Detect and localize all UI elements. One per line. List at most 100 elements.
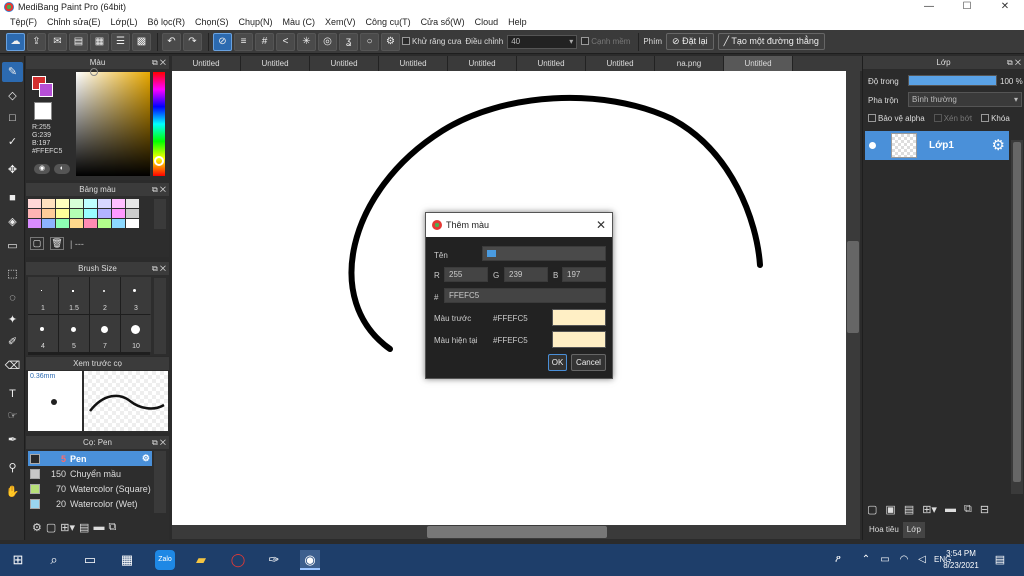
soft-edge-checkbox[interactable] [581, 37, 590, 45]
fill-rect-tool-icon[interactable]: ■ [2, 188, 23, 208]
palette-swatch[interactable] [98, 209, 111, 218]
gradient-tool-icon[interactable]: ▭ [2, 236, 23, 256]
minimize-button[interactable]: — [910, 0, 948, 14]
pen-tool-icon[interactable]: ✓ [2, 132, 23, 152]
tab-untitled-5[interactable]: Untitled [448, 56, 517, 71]
palette-swatch[interactable] [56, 219, 69, 228]
duplicate-icon[interactable]: ⧉ [108, 521, 116, 534]
menu-color[interactable]: Màu (C) [278, 14, 321, 30]
undo-icon[interactable]: ↶ [162, 32, 181, 51]
hue-slider-handle[interactable] [154, 156, 164, 166]
menu-tools[interactable]: Công cụ(T) [361, 14, 416, 30]
canvas-vertical-scrollbar[interactable] [846, 71, 860, 527]
layer-scrollbar[interactable] [1011, 140, 1023, 494]
brush-size-cell[interactable]: 5 [59, 315, 89, 352]
palette-swatch[interactable] [112, 219, 125, 228]
eye-icon[interactable] [869, 142, 876, 149]
palette-swatch[interactable] [70, 219, 83, 228]
antialias-checkbox[interactable] [402, 37, 410, 45]
brush-doc-icon[interactable]: ▤ [79, 521, 89, 534]
add-layer-menu-icon[interactable]: ⊞▾ [922, 503, 937, 516]
task-view-icon[interactable]: ▭ [80, 550, 100, 570]
ellipse-snap-icon[interactable]: ○ [360, 32, 379, 51]
menu-file[interactable]: Tệp(F) [5, 14, 42, 30]
protect-alpha-option[interactable]: Bảo vệ alpha [868, 114, 925, 123]
tab-untitled-2[interactable]: Untitled [241, 56, 310, 71]
brush-list-scrollbar[interactable] [154, 451, 166, 513]
b-input[interactable]: 197 [562, 267, 606, 282]
panel-pop-icon[interactable]: ⧉ ✕ [152, 56, 166, 69]
saturation-value-picker[interactable] [76, 72, 150, 176]
menu-edit[interactable]: Chỉnh sửa(E) [42, 14, 106, 30]
hex-input[interactable]: FFEFC5 [444, 288, 606, 303]
palette-swatch[interactable] [56, 199, 69, 208]
volume-icon[interactable]: ◁ [912, 550, 932, 570]
palette-swatch[interactable] [126, 199, 139, 208]
brush-size-cell[interactable]: 4 [28, 315, 58, 352]
add-brush-icon[interactable]: ⊞▾ [60, 521, 75, 534]
menu-window[interactable]: Cửa sổ(W) [416, 14, 470, 30]
tab-layer[interactable]: Lớp [902, 522, 925, 538]
menu-filter[interactable]: Bộ lọc(R) [142, 14, 190, 30]
store-app-icon[interactable]: ▦ [117, 550, 137, 570]
snap-settings-icon[interactable]: ⚙ [381, 32, 400, 51]
brush-size-cell[interactable]: 2 [90, 277, 120, 314]
opera-browser-icon[interactable]: ◯ [228, 550, 248, 570]
color-name-input[interactable] [482, 246, 606, 261]
new-palette-icon[interactable]: ▢ [30, 237, 44, 250]
brush-list-item[interactable]: 150 Chuyển mầu [28, 466, 152, 481]
tab-untitled-6[interactable]: Untitled [517, 56, 586, 71]
new-brush-icon[interactable]: ▢ [46, 521, 56, 534]
eyedropper-tool-icon[interactable]: ⚲ [2, 458, 23, 478]
grid-snap-icon[interactable]: # [255, 32, 274, 51]
transparent-color-swatch[interactable] [34, 102, 52, 120]
brush-settings-gear-icon[interactable]: ⚙ [142, 453, 150, 464]
export-icon[interactable]: ⇪ [27, 32, 46, 51]
clipping-option[interactable]: Xén bớt [933, 114, 972, 123]
soft-edge-option[interactable]: Cạnh mềm [581, 37, 630, 46]
ok-button[interactable]: OK [548, 354, 567, 371]
close-window-button[interactable]: ✕ [986, 0, 1024, 14]
lock-checkbox[interactable] [981, 114, 990, 122]
adjust-select[interactable]: 40 [507, 34, 578, 49]
move-tool-icon[interactable]: ✥ [2, 160, 23, 180]
palette-swatch[interactable] [84, 219, 97, 228]
grid-icon[interactable]: ▩ [132, 32, 151, 51]
hand-tool-icon[interactable]: ✋ [2, 482, 23, 502]
tab-untitled-4[interactable]: Untitled [379, 56, 448, 71]
tab-na-png[interactable]: na.png [655, 56, 724, 71]
palette-swatch[interactable] [98, 219, 111, 228]
palette-swatch[interactable] [112, 199, 125, 208]
panel-pop-icon[interactable]: ⧉ ✕ [152, 183, 166, 196]
panel-pop-icon[interactable]: ⧉ ✕ [152, 262, 166, 275]
new-halftone-layer-icon[interactable]: ▣ [885, 503, 895, 516]
comment-icon[interactable]: ✉ [48, 32, 67, 51]
vertical-scroll-thumb[interactable] [847, 241, 859, 333]
horizontal-scroll-thumb[interactable] [427, 526, 607, 538]
palette-swatch[interactable] [70, 199, 83, 208]
reset-button[interactable]: ⊘ Đặt lại [666, 33, 714, 50]
snap-off-icon[interactable]: ⊘ [213, 32, 232, 51]
color-slider-icon[interactable]: ◐ [54, 164, 70, 174]
file-explorer-icon[interactable]: ▰ [191, 550, 211, 570]
panel-pop-icon[interactable]: ⧉ ✕ [152, 436, 166, 449]
paint-app-icon[interactable]: ✑ [264, 550, 284, 570]
palette-swatch[interactable] [42, 209, 55, 218]
palette-swatch[interactable] [84, 209, 97, 218]
brush-list-item[interactable]: 70 Watercolor (Square) [28, 481, 152, 496]
select-tool-icon[interactable]: ⬚ [2, 264, 23, 284]
clock[interactable]: 3:54 PM 8/23/2021 [938, 548, 984, 572]
lock-option[interactable]: Khóa [981, 114, 1010, 123]
new-8bit-layer-icon[interactable]: ▤ [904, 503, 914, 516]
new-layer-icon[interactable]: ▢ [867, 503, 877, 516]
chevron-up-icon[interactable]: ⌃ [856, 550, 876, 570]
battery-icon[interactable]: ▭ [875, 550, 895, 570]
circle-snap-icon[interactable]: ◎ [318, 32, 337, 51]
brush-size-cell[interactable]: 3 [121, 277, 151, 314]
layer-folder-icon[interactable]: ▬ [945, 503, 956, 515]
palette-swatch[interactable] [28, 199, 41, 208]
clipping-checkbox[interactable] [933, 114, 942, 122]
brush-list-item[interactable]: 20 Watercolor (Wet) [28, 496, 152, 511]
brush-list-item[interactable]: 5 Pen ⚙ [28, 451, 152, 466]
menu-view[interactable]: Xem(V) [320, 14, 361, 30]
